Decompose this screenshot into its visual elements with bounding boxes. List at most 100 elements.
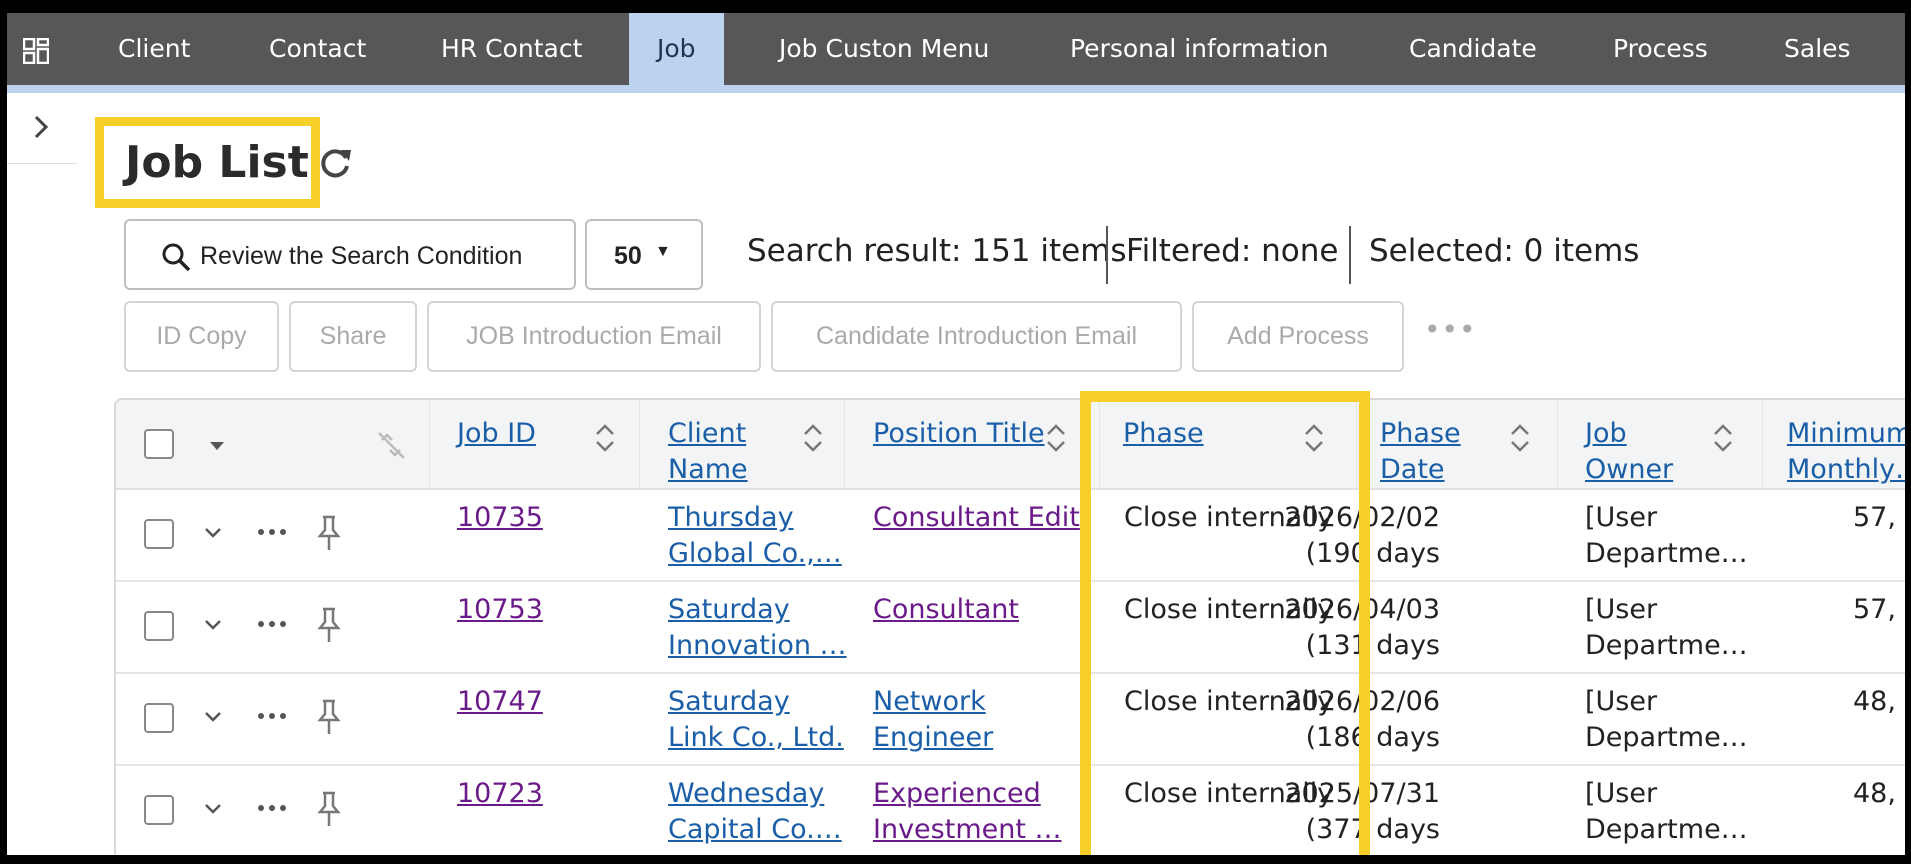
row-checkbox[interactable] xyxy=(144,795,174,825)
job-owner: Departme… xyxy=(1585,814,1748,845)
column-separator xyxy=(1099,400,1100,488)
more-options-icon[interactable] xyxy=(257,620,287,628)
sort-icon[interactable] xyxy=(1712,422,1734,454)
id-copy-button[interactable]: ID Copy xyxy=(124,301,279,372)
sort-icon[interactable] xyxy=(1045,422,1067,454)
table-row[interactable]: 10735 Thursday Global Co.,… Consultant Edi… xyxy=(116,490,1905,582)
position-title-link[interactable]: Experienced xyxy=(873,776,1041,812)
job-owner: [User xyxy=(1585,778,1658,809)
client-name-link[interactable]: Thursday xyxy=(668,500,794,536)
client-name-link[interactable]: Global Co.,… xyxy=(668,536,842,572)
tab-candidate[interactable]: Candidate xyxy=(1409,13,1537,85)
pin-icon[interactable] xyxy=(316,606,342,644)
tab-process[interactable]: Process xyxy=(1613,13,1708,85)
client-name-link[interactable]: Link Co., Ltd. xyxy=(668,720,844,756)
nav-underline xyxy=(7,85,1905,93)
header-phase-date-line2[interactable]: Date xyxy=(1380,452,1445,488)
tab-job[interactable]: Job xyxy=(629,13,724,85)
column-separator xyxy=(639,400,640,488)
page-size-select[interactable]: 50 ▼ xyxy=(585,219,703,290)
caret-down-icon: ▼ xyxy=(655,243,671,260)
column-separator xyxy=(1356,400,1357,488)
tab-personal-information[interactable]: Personal information xyxy=(1070,13,1329,85)
row-checkbox[interactable] xyxy=(144,519,174,549)
divider xyxy=(1106,226,1108,284)
position-title-link[interactable]: Investment … xyxy=(873,812,1062,848)
chevron-down-icon[interactable] xyxy=(203,710,223,724)
tab-client[interactable]: Client xyxy=(118,13,190,85)
minimum-monthly-value: 48, xyxy=(1853,778,1896,809)
phase-date-days: (190 days xyxy=(1305,538,1440,569)
header-phase[interactable]: Phase xyxy=(1123,416,1204,452)
review-search-label: Review the Search Condition xyxy=(200,242,523,270)
job-owner: Departme… xyxy=(1585,538,1748,569)
job-id-link[interactable]: 10753 xyxy=(457,592,543,628)
table-header: Job ID Client Name Position Title Phase … xyxy=(116,400,1905,490)
select-all-checkbox[interactable] xyxy=(144,429,174,459)
tab-hr-contact[interactable]: HR Contact xyxy=(441,13,582,85)
chevron-down-icon[interactable] xyxy=(203,618,223,632)
row-checkbox[interactable] xyxy=(144,611,174,641)
table-row[interactable]: 10723 Wednesday Capital Co.… Experienced I… xyxy=(116,766,1905,855)
pin-icon[interactable] xyxy=(316,514,342,552)
review-search-condition-button[interactable]: Review the Search Condition xyxy=(124,219,576,290)
tab-contact[interactable]: Contact xyxy=(269,13,366,85)
clear-sort-icon[interactable] xyxy=(374,428,408,462)
row-checkbox[interactable] xyxy=(144,703,174,733)
caret-down-icon[interactable] xyxy=(208,440,226,452)
position-title-link[interactable]: Network xyxy=(873,684,986,720)
table-row[interactable]: 10753 Saturday Innovation … Consultant Clos… xyxy=(116,582,1905,674)
apps-grid-icon[interactable] xyxy=(23,38,49,64)
header-minimum-monthly-line1[interactable]: Minimum xyxy=(1787,416,1905,452)
job-id-link[interactable]: 10735 xyxy=(457,500,543,536)
job-table: Job ID Client Name Position Title Phase … xyxy=(114,398,1905,855)
client-name-link[interactable]: Wednesday xyxy=(668,776,824,812)
more-options-icon[interactable] xyxy=(257,712,287,720)
job-id-link[interactable]: 10747 xyxy=(457,684,543,720)
header-client-name-line1[interactable]: Client xyxy=(668,416,746,452)
header-client-name-line2[interactable]: Name xyxy=(668,452,748,488)
minimum-monthly-value: 57, xyxy=(1853,502,1896,533)
position-title-link[interactable]: Consultant Edit xyxy=(873,500,1080,536)
header-phase-date-line1[interactable]: Phase xyxy=(1380,416,1461,452)
sort-icon[interactable] xyxy=(1303,422,1325,454)
sidebar-toggle[interactable] xyxy=(7,95,77,164)
sort-icon[interactable] xyxy=(594,422,616,454)
client-name-link[interactable]: Saturday xyxy=(668,684,790,720)
job-owner: [User xyxy=(1585,502,1658,533)
header-position-title[interactable]: Position Title xyxy=(873,416,1045,452)
tab-job-custom-menu[interactable]: Job Custon Menu xyxy=(779,13,989,85)
client-name-link[interactable]: Saturday xyxy=(668,592,790,628)
search-result-count: Search result: 151 items xyxy=(747,233,1127,269)
header-job-owner-line2[interactable]: Owner xyxy=(1585,452,1673,488)
pin-icon[interactable] xyxy=(316,790,342,828)
sort-icon[interactable] xyxy=(1509,422,1531,454)
share-button[interactable]: Share xyxy=(289,301,417,372)
position-title-link[interactable]: Consultant xyxy=(873,592,1019,628)
tab-sales[interactable]: Sales xyxy=(1784,13,1851,85)
header-job-id[interactable]: Job ID xyxy=(457,416,536,452)
candidate-introduction-email-button[interactable]: Candidate Introduction Email xyxy=(771,301,1182,372)
header-job-owner-line1[interactable]: Job xyxy=(1585,416,1627,452)
refresh-icon[interactable] xyxy=(319,146,353,180)
phase-date: 2025/07/31 xyxy=(1284,778,1440,809)
chevron-right-icon xyxy=(34,115,49,139)
chevron-down-icon[interactable] xyxy=(203,526,223,540)
sort-icon[interactable] xyxy=(802,422,824,454)
header-minimum-monthly-line2[interactable]: Monthly… xyxy=(1787,452,1905,488)
more-actions-icon[interactable]: ••• xyxy=(1424,313,1477,346)
column-separator xyxy=(429,400,430,488)
client-name-link[interactable]: Innovation … xyxy=(668,628,847,664)
job-owner: [User xyxy=(1585,594,1658,625)
position-title-link[interactable]: Engineer xyxy=(873,720,993,756)
more-options-icon[interactable] xyxy=(257,804,287,812)
more-options-icon[interactable] xyxy=(257,528,287,536)
minimum-monthly-value: 48, xyxy=(1853,686,1896,717)
pin-icon[interactable] xyxy=(316,698,342,736)
chevron-down-icon[interactable] xyxy=(203,802,223,816)
job-id-link[interactable]: 10723 xyxy=(457,776,543,812)
add-process-button[interactable]: Add Process xyxy=(1192,301,1404,372)
table-row[interactable]: 10747 Saturday Link Co., Ltd. Network Engi… xyxy=(116,674,1905,766)
client-name-link[interactable]: Capital Co.… xyxy=(668,812,842,848)
job-introduction-email-button[interactable]: JOB Introduction Email xyxy=(427,301,761,372)
